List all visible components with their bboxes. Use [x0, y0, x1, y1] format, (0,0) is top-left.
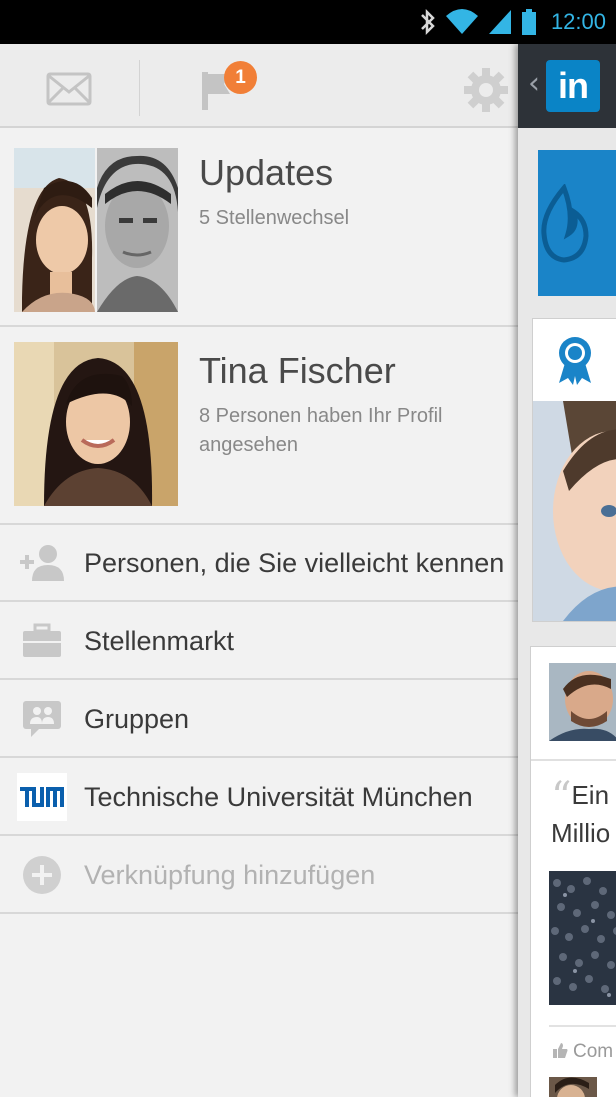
- quote-text-line1: Ein: [571, 780, 610, 810]
- post-action[interactable]: Com: [551, 1041, 613, 1063]
- battery-icon: [521, 9, 536, 35]
- status-bar: 12:00: [0, 0, 616, 44]
- main-action-bar: ‹ in: [518, 44, 616, 128]
- updates-title: Updates: [199, 152, 334, 193]
- status-time: 12:00: [550, 9, 606, 34]
- updates-avatars: [14, 148, 178, 312]
- flame-icon: [541, 184, 589, 263]
- updates-row[interactable]: Updates 5 Stellenwechsel: [0, 130, 518, 327]
- profile-avatar: [14, 342, 178, 506]
- post-image[interactable]: [549, 871, 616, 1005]
- nav-item-jobs[interactable]: Stellenmarkt: [0, 604, 518, 680]
- quote-text-line2: Millio: [551, 818, 611, 848]
- nav-item-label: Personen, die Sie vielleicht kennen: [84, 547, 505, 578]
- mail-icon[interactable]: [46, 72, 92, 111]
- divider: [549, 1025, 616, 1027]
- wifi-icon: [445, 9, 478, 34]
- tum-logo-icon: [0, 773, 84, 821]
- add-circle-icon: [0, 855, 84, 895]
- profile-card[interactable]: [532, 318, 616, 622]
- avatar: [97, 148, 178, 312]
- nav-item-label: Technische Universität München: [84, 781, 473, 812]
- profile-name: Tina Fischer: [199, 350, 396, 391]
- nav-item-label: Verknüpfung hinzufügen: [84, 859, 376, 890]
- linkedin-logo[interactable]: in: [546, 60, 600, 112]
- topbar-divider: [139, 60, 140, 116]
- post-author-avatar[interactable]: [549, 663, 616, 741]
- nav-item-label: Stellenmarkt: [84, 625, 235, 656]
- nav-item-people-you-may-know[interactable]: Personen, die Sie vielleicht kennen: [0, 526, 518, 602]
- nav-item-university[interactable]: Technische Universität München: [0, 760, 518, 836]
- post-quote: “Ein Millio: [551, 777, 610, 851]
- thumbs-up-icon: [553, 1043, 568, 1058]
- gear-icon[interactable]: [462, 66, 510, 119]
- signal-icon: [488, 10, 511, 34]
- profile-row[interactable]: Tina Fischer 8 Personen haben Ihr Profil…: [0, 328, 518, 525]
- navigation-drawer: 1 Updates 5 Stellenwechsel Tina Fischer …: [0, 44, 518, 1097]
- drawer-topbar: 1: [0, 44, 518, 128]
- award-ribbon-icon: [559, 337, 591, 385]
- status-icons: 12:00: [419, 0, 616, 44]
- promo-card[interactable]: [538, 150, 616, 296]
- add-person-icon: [0, 543, 84, 583]
- commenter-avatar[interactable]: [549, 1077, 597, 1097]
- post-action-label: Com: [573, 1041, 614, 1062]
- nav-item-label: Gruppen: [84, 703, 190, 734]
- nav-item-add-shortcut[interactable]: Verknüpfung hinzufügen: [0, 838, 518, 914]
- groups-icon: [0, 699, 84, 739]
- notification-badge: 1: [224, 61, 257, 94]
- feed-post-card[interactable]: “Ein Millio Com: [530, 646, 616, 1097]
- nav-item-groups[interactable]: Gruppen: [0, 682, 518, 758]
- person-photo: [533, 401, 616, 621]
- main-content: ‹ in “Ein Millio Com: [518, 44, 616, 1097]
- briefcase-icon: [0, 623, 84, 659]
- profile-views-text: 8 Personen haben Ihr Profil angesehen: [199, 405, 443, 456]
- divider: [531, 759, 616, 761]
- drawer-toggle-chevron-icon[interactable]: ‹: [528, 66, 540, 101]
- avatar: [14, 148, 95, 312]
- bluetooth-icon: [421, 8, 435, 36]
- updates-subtitle: 5 Stellenwechsel: [199, 207, 350, 229]
- quote-mark-icon: “: [551, 774, 572, 820]
